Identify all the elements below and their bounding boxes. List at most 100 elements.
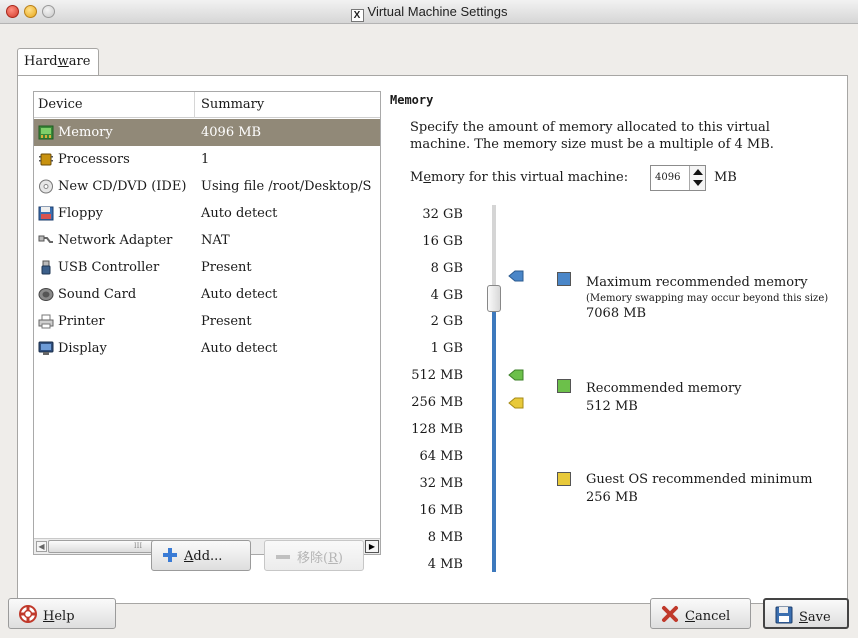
device-row-cd-dvd[interactable]: New CD/DVD (IDE) Using file /root/Deskto… bbox=[34, 173, 380, 200]
button-label-mnemonic: C bbox=[685, 609, 695, 624]
scale-label: 512 MB bbox=[411, 368, 463, 383]
processor-icon bbox=[39, 153, 53, 166]
memory-section-title: Memory bbox=[390, 93, 434, 107]
floppy-icon bbox=[38, 206, 54, 221]
device-row-sound-card[interactable]: Sound Card Auto detect bbox=[34, 281, 380, 308]
max-recommended-marker-icon bbox=[508, 270, 524, 282]
scale-label: 4 GB bbox=[430, 288, 463, 303]
device-summary: Auto detect bbox=[201, 206, 278, 221]
device-row-processors[interactable]: Processors 1 bbox=[34, 146, 380, 173]
label-mnemonic: e bbox=[423, 170, 432, 185]
memory-spinbox[interactable]: 4096 bbox=[650, 165, 706, 191]
device-row-usb-controller[interactable]: USB Controller Present bbox=[34, 254, 380, 281]
scale-label: 32 GB bbox=[422, 207, 463, 222]
memory-slider-track-unfilled bbox=[492, 205, 496, 290]
window-title-wrap: X Virtual Machine Settings bbox=[0, 4, 858, 22]
device-summary: Auto detect bbox=[201, 341, 278, 356]
scroll-left-arrow-icon[interactable]: ◀ bbox=[36, 541, 47, 552]
scale-label: 32 MB bbox=[419, 476, 463, 491]
guest-os-minimum-marker-icon bbox=[508, 397, 524, 409]
scale-label: 4 MB bbox=[427, 557, 463, 572]
device-name: Floppy bbox=[58, 206, 103, 221]
max-recommended-note: (Memory swapping may occur beyond this s… bbox=[586, 293, 829, 304]
spin-down-icon[interactable] bbox=[693, 180, 703, 186]
scroll-right-arrow-icon[interactable]: ▶ bbox=[365, 540, 379, 553]
scale-label: 128 MB bbox=[411, 422, 463, 437]
column-separator[interactable] bbox=[194, 92, 195, 118]
scale-label: 16 GB bbox=[422, 234, 463, 249]
max-recommended-title: Maximum recommended memory bbox=[586, 275, 808, 290]
memory-unit-label: MB bbox=[714, 170, 737, 185]
window-title: Virtual Machine Settings bbox=[367, 4, 508, 19]
network-adapter-icon bbox=[38, 235, 53, 243]
device-row-display[interactable]: Display Auto detect bbox=[34, 335, 380, 362]
cd-dvd-icon bbox=[39, 179, 53, 194]
cancel-button[interactable]: Cancel bbox=[650, 598, 751, 629]
recommended-swatch-icon bbox=[557, 379, 571, 393]
scale-label: 1 GB bbox=[430, 341, 463, 356]
max-recommended-swatch-icon bbox=[557, 272, 571, 286]
label-part: mory for this virtual machine: bbox=[431, 170, 629, 185]
device-row-memory[interactable]: Memory 4096 MB bbox=[34, 119, 380, 146]
column-header-device[interactable]: Device bbox=[38, 97, 83, 112]
help-button[interactable]: Help bbox=[8, 598, 116, 629]
tab-label-part: are bbox=[68, 54, 91, 69]
device-row-floppy[interactable]: Floppy Auto detect bbox=[34, 200, 380, 227]
title-bar: X Virtual Machine Settings bbox=[0, 0, 858, 24]
spin-buttons bbox=[689, 166, 705, 190]
memory-slider-thumb[interactable] bbox=[487, 285, 501, 312]
device-list[interactable]: Device Summary Memory 4096 MB Processors… bbox=[33, 91, 381, 555]
tab-hardware[interactable]: Hardware bbox=[17, 48, 99, 76]
label-part: M bbox=[410, 170, 424, 185]
guest-os-minimum-swatch-icon bbox=[557, 472, 571, 486]
max-recommended-value: 7068 MB bbox=[586, 306, 647, 321]
device-summary: Auto detect bbox=[201, 287, 278, 302]
tab-label-part: Hard bbox=[24, 54, 58, 69]
guest-os-minimum-value: 256 MB bbox=[586, 490, 638, 505]
device-name: Sound Card bbox=[58, 287, 137, 302]
display-icon bbox=[38, 341, 54, 355]
remove-device-button[interactable]: 移除(R) bbox=[264, 540, 364, 571]
device-name: Display bbox=[58, 341, 107, 356]
scale-label: 64 MB bbox=[419, 449, 463, 464]
button-label-part: elp bbox=[54, 609, 75, 624]
device-summary: Present bbox=[201, 314, 252, 329]
memory-icon bbox=[38, 125, 54, 140]
spin-up-icon[interactable] bbox=[693, 169, 703, 175]
device-name: Processors bbox=[58, 152, 130, 167]
recommended-value: 512 MB bbox=[586, 399, 638, 414]
device-summary: Using file /root/Desktop/S bbox=[201, 179, 372, 194]
scale-label: 8 MB bbox=[427, 530, 463, 545]
save-button[interactable]: Save bbox=[763, 598, 849, 629]
column-header-summary[interactable]: Summary bbox=[201, 97, 264, 112]
floppy-save-icon bbox=[775, 606, 793, 624]
printer-icon bbox=[38, 314, 54, 329]
device-row-printer[interactable]: Printer Present bbox=[34, 308, 380, 335]
recommended-marker-icon bbox=[508, 369, 524, 381]
device-summary: 4096 MB bbox=[201, 125, 262, 140]
device-name: USB Controller bbox=[58, 260, 160, 275]
device-name: Memory bbox=[58, 125, 113, 140]
memory-value-input[interactable]: 4096 bbox=[655, 172, 680, 183]
button-label-mnemonic: R bbox=[328, 551, 338, 566]
device-name: Printer bbox=[58, 314, 105, 329]
device-summary: NAT bbox=[201, 233, 230, 248]
memory-field-label: Memory for this virtual machine: bbox=[410, 170, 628, 185]
button-label-mnemonic: A bbox=[184, 549, 194, 564]
scale-label: 8 GB bbox=[430, 261, 463, 276]
device-row-network-adapter[interactable]: Network Adapter NAT bbox=[34, 227, 380, 254]
button-label-part: dd... bbox=[193, 549, 223, 564]
button-label-part: 移除( bbox=[297, 551, 329, 566]
button-label-mnemonic: S bbox=[799, 610, 808, 625]
button-label-mnemonic: H bbox=[43, 609, 55, 624]
button-label-part: ) bbox=[337, 551, 343, 566]
minus-icon bbox=[276, 555, 290, 559]
device-summary: 1 bbox=[201, 152, 210, 167]
tab-label-mnemonic: w bbox=[57, 54, 69, 69]
plus-icon bbox=[163, 548, 177, 562]
add-device-button[interactable]: Add... bbox=[151, 540, 251, 571]
scale-label: 256 MB bbox=[411, 395, 463, 410]
device-name: New CD/DVD (IDE) bbox=[58, 179, 187, 194]
scale-label: 16 MB bbox=[419, 503, 463, 518]
recommended-title: Recommended memory bbox=[586, 381, 742, 396]
